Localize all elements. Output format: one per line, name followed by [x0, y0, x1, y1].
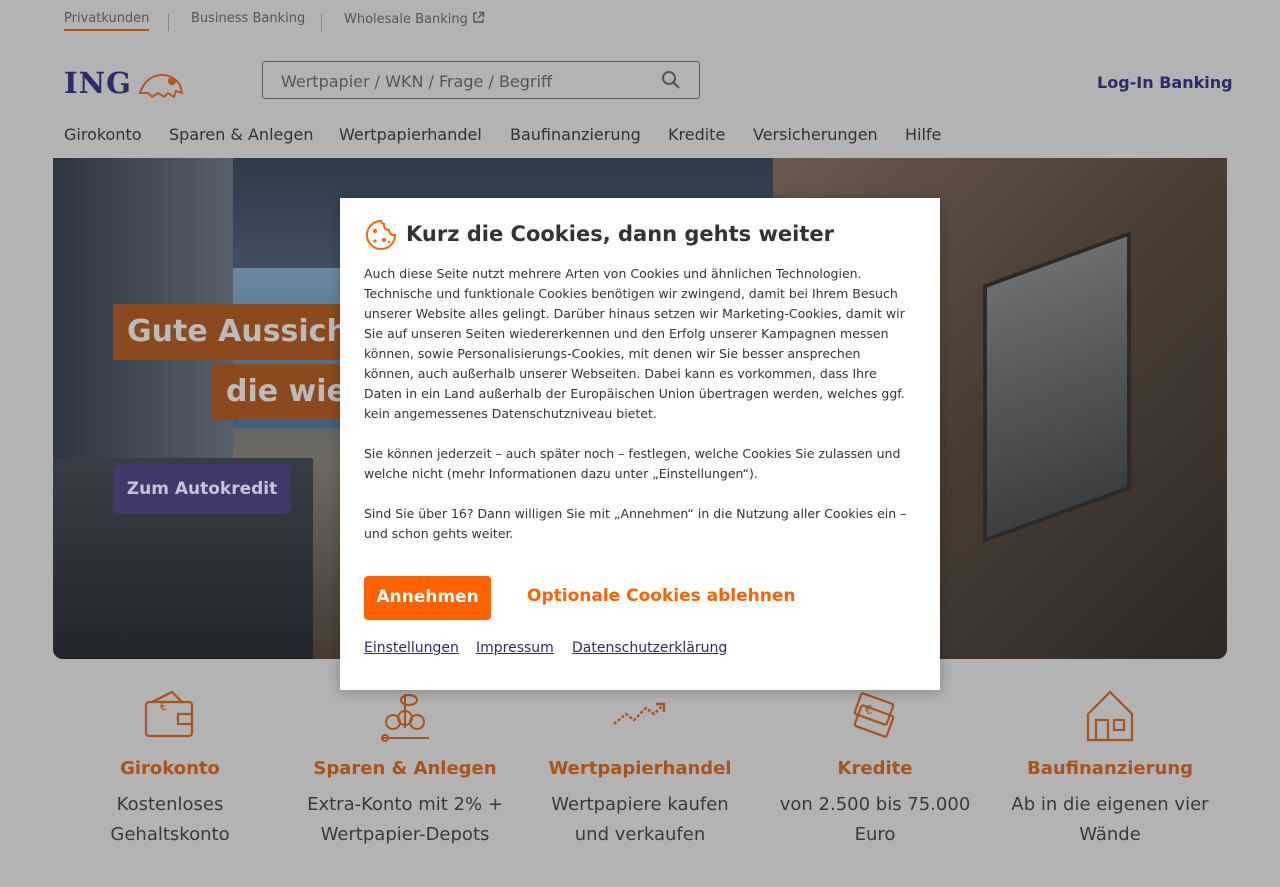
- product-baufinanzierung[interactable]: Baufinanzierung Ab in die eigenen vier W…: [1010, 688, 1210, 845]
- product-girokonto[interactable]: € Girokonto Kostenloses Gehaltskonto: [70, 688, 270, 845]
- settings-link[interactable]: Einstellungen: [364, 640, 459, 656]
- hero-cta-button[interactable]: Zum Autokredit: [113, 464, 291, 514]
- hero-headline-line1: Gute Aussicht: [113, 304, 377, 360]
- cookie-paragraph: Auch diese Seite nutzt mehrere Arten von…: [364, 266, 905, 421]
- product-kredite[interactable]: € Kredite von 2.500 bis 75.000 Euro: [775, 688, 975, 845]
- nav-item-versicherungen[interactable]: Versicherungen: [753, 125, 878, 144]
- segment-bar: Privatkunden Business Banking Wholesale …: [0, 0, 1280, 40]
- segment-divider: [321, 14, 322, 31]
- product-description: Ab in die eigenen vier Wände: [1011, 794, 1209, 845]
- search-icon[interactable]: [661, 70, 681, 90]
- nav-item-girokonto[interactable]: Girokonto: [64, 125, 142, 144]
- house-icon: [1086, 690, 1134, 742]
- ing-logo[interactable]: ING: [64, 66, 188, 102]
- nav-item-hilfe[interactable]: Hilfe: [905, 125, 941, 144]
- segment-wholesale-label: Wholesale Banking: [344, 12, 468, 27]
- accept-cookies-button[interactable]: Annehmen: [364, 576, 491, 620]
- segment-divider: [168, 14, 169, 31]
- product-description: Kostenloses Gehaltskonto: [110, 794, 230, 845]
- login-banking-link[interactable]: Log-In Banking: [1097, 73, 1233, 92]
- segment-business-banking[interactable]: Business Banking: [191, 11, 305, 26]
- nav-item-kredite[interactable]: Kredite: [668, 125, 725, 144]
- decline-optional-cookies-button[interactable]: Optionale Cookies ablehnen: [527, 586, 795, 606]
- logo-wordmark: ING: [64, 66, 132, 100]
- product-wertpapierhandel[interactable]: Wertpapierhandel Wertpapiere kaufen und …: [540, 688, 740, 845]
- search-box: [262, 61, 700, 100]
- nav-item-wertpapierhandel[interactable]: Wertpapierhandel: [339, 125, 482, 144]
- product-title: Baufinanzierung: [1026, 758, 1194, 779]
- cookie-paragraph: Sind Sie über 16? Dann willigen Sie mit …: [364, 506, 907, 541]
- svg-text:€: €: [160, 700, 167, 713]
- lion-icon: [138, 73, 184, 99]
- savings-plant-icon: [381, 694, 429, 742]
- hero-laptop: [983, 231, 1131, 543]
- svg-text:€: €: [865, 703, 873, 717]
- product-title: Girokonto: [120, 758, 220, 779]
- product-title: Sparen & Anlegen: [313, 758, 497, 779]
- product-sparen-anlegen[interactable]: Sparen & Anlegen Extra-Konto mit 2% + We…: [305, 688, 505, 845]
- cookie-paragraph: Sie können jederzeit – auch später noch …: [364, 446, 901, 481]
- hero-headline-line2: die wie: [212, 364, 361, 420]
- product-description: Extra-Konto mit 2% + Wertpapier-Depots: [307, 794, 503, 845]
- segment-wholesale-banking[interactable]: Wholesale Banking: [344, 11, 485, 27]
- cookie-icon: [366, 219, 397, 250]
- nav-item-sparen-anlegen[interactable]: Sparen & Anlegen: [169, 125, 314, 144]
- nav-item-baufinanzierung[interactable]: Baufinanzierung: [510, 125, 641, 144]
- product-description: von 2.500 bis 75.000 Euro: [779, 794, 971, 845]
- search-input[interactable]: [279, 62, 643, 100]
- external-link-icon: [473, 11, 485, 23]
- product-description: Wertpapiere kaufen und verkaufen: [551, 794, 729, 845]
- cookie-dialog-title: Kurz die Cookies, dann gehts weiter: [406, 222, 834, 246]
- product-title: Kredite: [837, 758, 913, 779]
- impressum-link[interactable]: Impressum: [476, 640, 554, 656]
- privacy-policy-link[interactable]: Datenschutzerklärung: [572, 640, 727, 656]
- page: Privatkunden Business Banking Wholesale …: [0, 0, 1280, 887]
- product-title: Wertpapierhandel: [548, 758, 732, 779]
- banknotes-icon: €: [853, 692, 895, 738]
- trend-up-icon: [613, 702, 666, 725]
- wallet-euro-icon: €: [144, 690, 194, 738]
- cookie-dialog: Kurz die Cookies, dann gehts weiter Auch…: [340, 198, 940, 690]
- segment-privatkunden[interactable]: Privatkunden: [64, 11, 150, 31]
- cookie-dialog-body: Auch diese Seite nutzt mehrere Arten von…: [364, 264, 912, 564]
